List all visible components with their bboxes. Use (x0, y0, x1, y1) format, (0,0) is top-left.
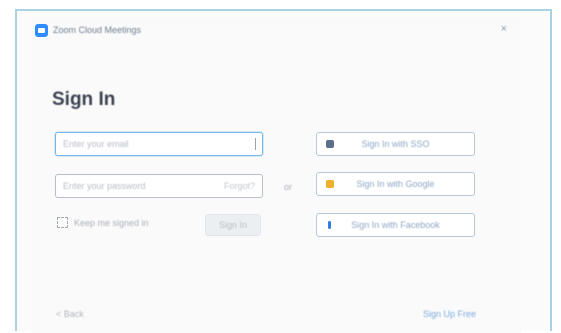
forgot-password-link[interactable]: Forgot? (224, 181, 255, 191)
facebook-button-label: Sign In with Facebook (351, 220, 440, 230)
password-placeholder: Enter your password (63, 181, 146, 191)
keep-signed-in-checkbox[interactable] (57, 217, 68, 228)
facebook-signin-button[interactable]: Sign In with Facebook (316, 213, 475, 237)
window-title: Zoom Cloud Meetings (53, 25, 142, 35)
sign-in-button-label: Sign In (218, 220, 248, 230)
zoom-camera-icon (35, 23, 48, 37)
sso-button-label: Sign In with SSO (361, 139, 430, 149)
keep-signed-in[interactable]: Keep me signed in (57, 217, 149, 228)
or-divider: or (284, 182, 293, 192)
app-frame: Zoom Cloud Meetings × Sign In Enter your… (15, 9, 552, 333)
email-field[interactable]: Enter your email (55, 132, 263, 156)
email-placeholder: Enter your email (63, 139, 129, 149)
sign-up-link[interactable]: Sign Up Free (423, 309, 476, 319)
google-button-label: Sign In with Google (356, 179, 435, 189)
title-bar: Zoom Cloud Meetings × (30, 19, 521, 41)
google-signin-button[interactable]: Sign In with Google (316, 172, 475, 196)
text-caret (255, 138, 256, 150)
back-link[interactable]: < Back (56, 309, 84, 319)
keep-signed-in-label: Keep me signed in (74, 217, 149, 228)
password-field[interactable]: Enter your password Forgot? (55, 174, 263, 198)
sign-in-button[interactable]: Sign In (205, 214, 261, 236)
sso-button[interactable]: Sign In with SSO (316, 132, 475, 156)
page-title: Sign In (52, 89, 116, 110)
signin-window: Zoom Cloud Meetings × Sign In Enter your… (30, 19, 521, 333)
close-icon[interactable]: × (501, 23, 507, 35)
